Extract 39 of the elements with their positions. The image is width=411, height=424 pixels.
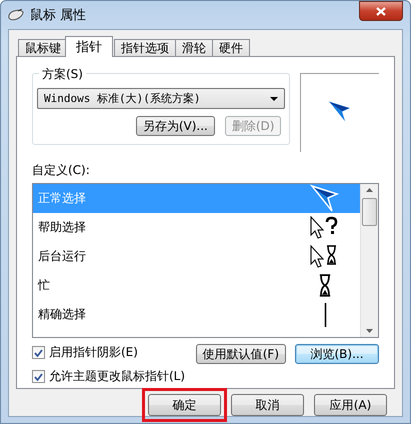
- scheme-dropdown[interactable]: Windows 标准(大)(系统方案): [37, 88, 286, 109]
- checkbox[interactable]: [32, 346, 45, 359]
- dialog-button[interactable]: 应用(A): [314, 394, 387, 416]
- group-label: 方案(S): [39, 66, 86, 83]
- item-label: 正常选择: [38, 190, 86, 207]
- tab[interactable]: 滑轮: [175, 39, 213, 56]
- dialog-button[interactable]: 确定: [148, 394, 221, 416]
- down-arrow-icon: [366, 329, 373, 333]
- cursor-list-item[interactable]: 精确选择: [33, 300, 360, 329]
- hourglass-icon: [318, 274, 332, 298]
- pointer-button[interactable]: 使用默认值(F): [196, 344, 286, 364]
- close-icon: [376, 6, 386, 16]
- checkbox[interactable]: [32, 370, 45, 383]
- help-cursor-icon: [310, 216, 340, 240]
- arrow-cursor-icon: [310, 184, 340, 214]
- tab[interactable]: 指针选项: [114, 39, 176, 56]
- caret-icon: [270, 96, 278, 100]
- checkbox-label: 启用指针阴影(E): [49, 344, 138, 361]
- item-label: 后台运行: [38, 248, 86, 265]
- item-label: 帮助选择: [38, 219, 86, 236]
- item-label: 忙: [38, 277, 50, 294]
- scheme-button[interactable]: 另存为(V)...: [136, 116, 215, 136]
- tab[interactable]: 指针: [65, 36, 113, 57]
- dialog-button[interactable]: 取消: [231, 394, 304, 416]
- up-arrow-icon: [366, 188, 373, 192]
- checkbox-label: 允许主题更改鼠标指针(L): [49, 368, 186, 385]
- pointer-button[interactable]: 浏览(B)...: [295, 344, 379, 364]
- tab[interactable]: 鼠标键: [18, 39, 68, 56]
- window-title: 鼠标 属性: [30, 7, 86, 24]
- item-label: 精确选择: [38, 306, 86, 323]
- tab[interactable]: 硬件: [212, 39, 250, 56]
- customize-label: 自定义(C):: [32, 162, 91, 179]
- scrollbar-thumb[interactable]: [362, 198, 377, 226]
- mouse-icon: [8, 9, 24, 21]
- cursor-list-item[interactable]: 忙: [33, 271, 360, 300]
- close-button[interactable]: [359, 1, 403, 21]
- cursor-list-item[interactable]: 后台运行: [33, 242, 360, 271]
- cursor-list-item[interactable]: 帮助选择: [33, 213, 360, 242]
- scrollbar[interactable]: [360, 184, 378, 337]
